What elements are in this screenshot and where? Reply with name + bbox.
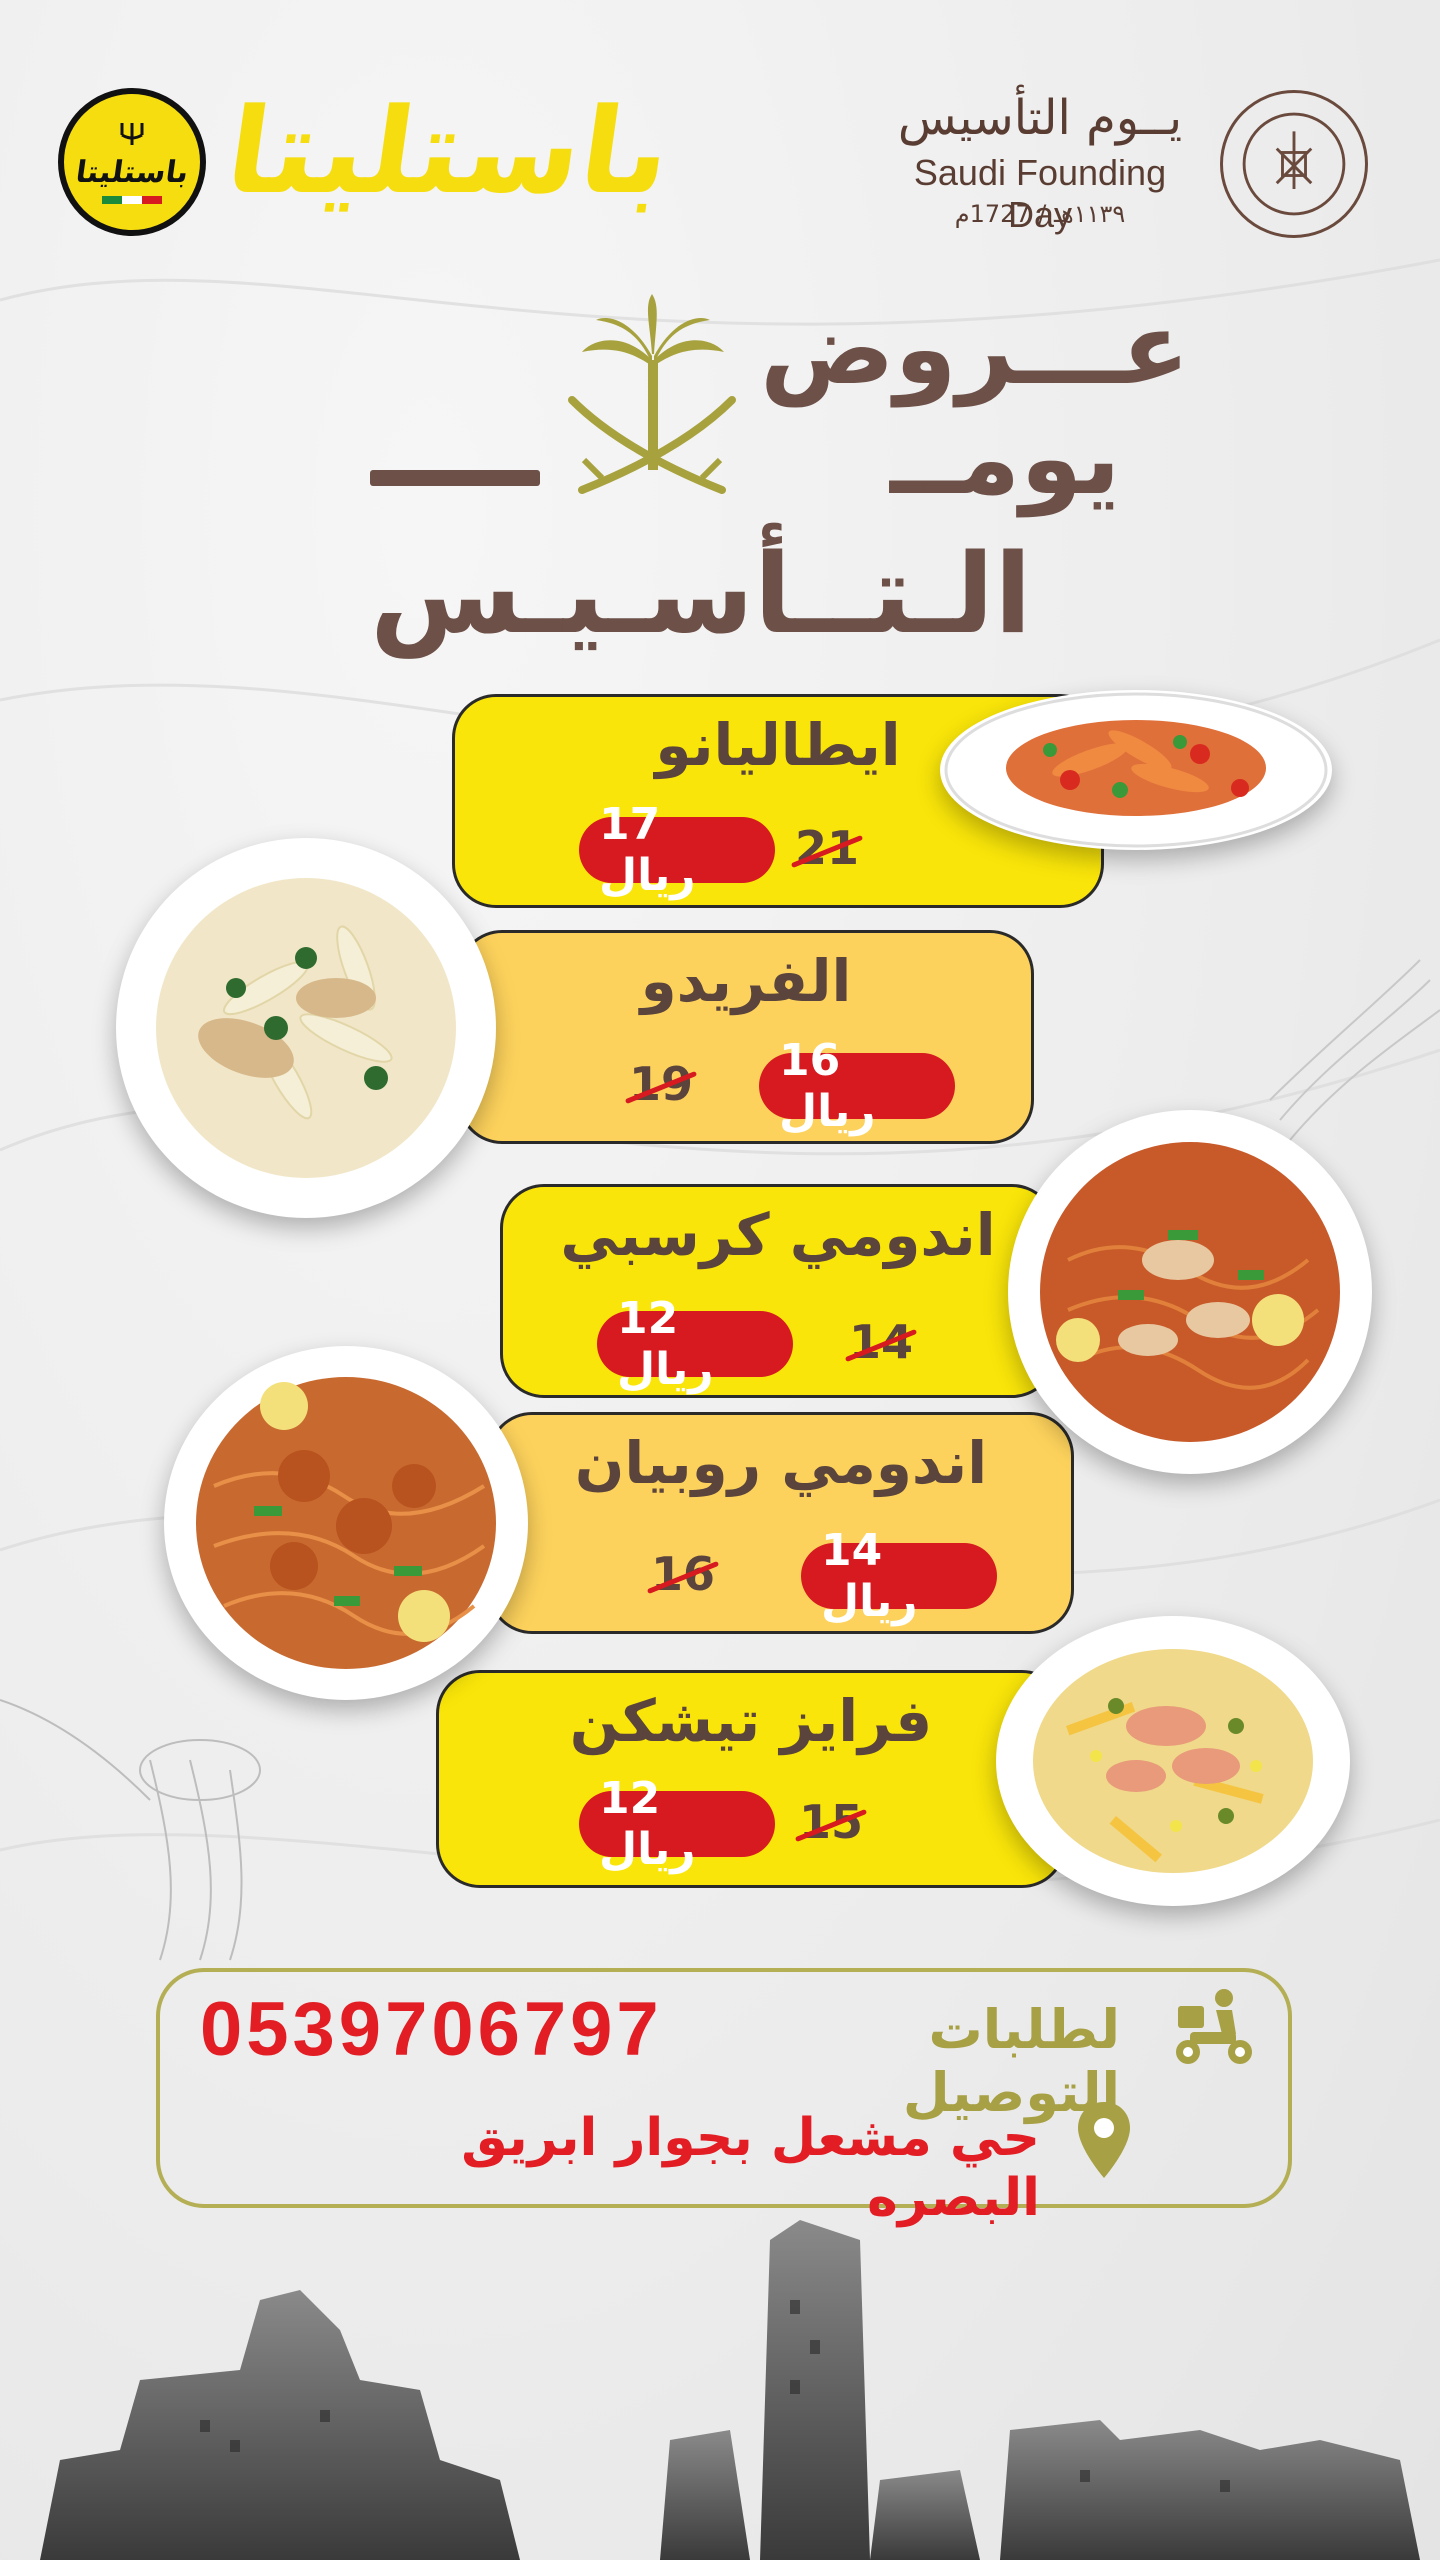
scooter-icon: [1176, 1989, 1252, 2064]
italian-flag-stripe: [102, 195, 162, 204]
title-founding: الـتــأسـيـس: [370, 530, 1032, 658]
new-price-badge: 12 ريال: [597, 1293, 793, 1395]
dish-name: اندومي كرسبي: [560, 1201, 996, 1269]
menu-card-alfredo[interactable]: الفريدو 16 ريال 19: [458, 930, 1034, 1144]
dish-image-italiano: [940, 690, 1332, 850]
dish-image-fries-chicken: [996, 1616, 1350, 1906]
title-offers: عـــروض: [760, 290, 1190, 407]
dish-image-indomie-crispy: [1008, 1110, 1372, 1474]
new-price-badge: 14 ريال: [801, 1525, 997, 1627]
menu-card-indomie-crispy[interactable]: اندومي كرسبي 12 ريال 14: [500, 1184, 1056, 1398]
dish-image-indomie-shrimp: [164, 1346, 528, 1700]
brand-wordmark: باستليتا: [218, 82, 680, 220]
fork-icon: [120, 122, 144, 145]
new-price-badge: 16 ريال: [759, 1035, 955, 1137]
badge-text: باستليتا: [73, 154, 191, 190]
contact-box: 0539706797 لطلبات التوصيل حي مشعل بجوار …: [156, 1968, 1292, 2228]
location-pin-icon: [1078, 2102, 1130, 2178]
diriyah-skyline: [40, 2220, 1420, 2560]
delivery-label: لطلبات التوصيل: [902, 1998, 1120, 2124]
title-day: يومــ: [890, 400, 1121, 517]
spaghetti-sketch: [0, 1699, 261, 1961]
founding-day-arabic: يــوم التأسيس: [897, 90, 1183, 146]
poster: باستليتا باستليتا يــوم التأسيس Saudi Fo…: [0, 0, 1440, 2560]
founding-day-years: ١١٣٩هـ / 1727م: [954, 200, 1126, 228]
phone-number[interactable]: 0539706797: [200, 1986, 663, 2073]
new-price-badge: 17 ريال: [579, 799, 775, 901]
dish-image-alfredo: [116, 838, 496, 1218]
menu-card-indomie-shrimp[interactable]: اندومي روبيان 14 ريال 16: [488, 1412, 1074, 1634]
brand-logo-badge: باستليتا: [58, 88, 206, 236]
fork-sketch: [1269, 959, 1440, 1141]
palm-swords-emblem: [568, 294, 736, 494]
dish-name: الفريدو: [640, 947, 852, 1015]
new-price-badge: 12 ريال: [579, 1773, 775, 1875]
dish-name: فرايز تيشكن: [569, 1687, 933, 1755]
menu-card-fries-chicken[interactable]: فرايز تيشكن 12 ريال 15: [436, 1670, 1066, 1888]
founding-day-emblem-icon: [1220, 90, 1368, 238]
title-dash-left: [370, 470, 540, 486]
dish-name: اندومي روبيان: [574, 1429, 988, 1497]
